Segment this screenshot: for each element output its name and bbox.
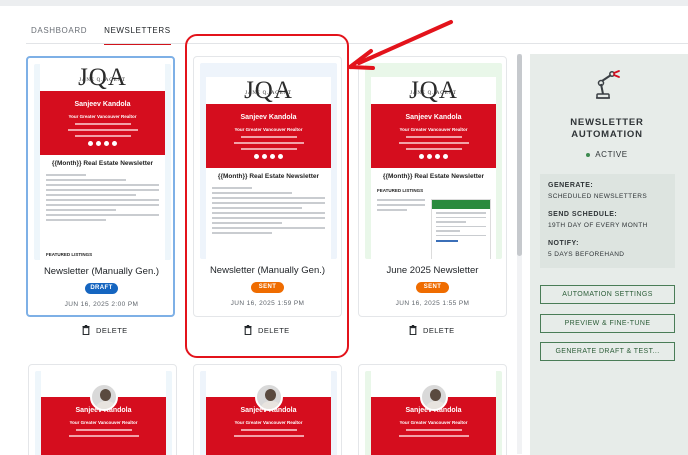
preview-newsletter-title: {{Month}} Real Estate Newsletter (51, 160, 154, 167)
automation-settings-button[interactable]: AUTOMATION SETTINGS (540, 285, 675, 304)
newsletter-card[interactable]: Sanjeev Kandola Your Greater Vancouver R… (193, 364, 342, 455)
delete-label: DELETE (96, 325, 128, 335)
scrollbar-thumb[interactable] (517, 54, 522, 256)
generate-value: SCHEDULED NEWSLETTERS (548, 193, 648, 200)
preview-fine-tune-button[interactable]: PREVIEW & FINE-TUNE (540, 314, 675, 333)
preview-featured-label: FEATURED LISTINGS (377, 188, 424, 193)
top-bar (0, 0, 688, 6)
preview-body-text (46, 174, 159, 224)
newsletter-thumbnail[interactable]: Sanjeev Kandola Your Greater Vancouver R… (200, 371, 337, 455)
notify-value: 5 DAYS BEFOREHAND (548, 251, 625, 258)
agent-avatar (90, 383, 118, 411)
newsletter-thumbnail[interactable]: JQA JANE Q. AGENT Sanjeev Kandola Your Gr… (34, 64, 171, 260)
newsletter-preview: JQA JANE Q. AGENT Sanjeev Kandola Your Gr… (371, 77, 496, 259)
preview-header: Sanjeev Kandola Your Greater Vancouver R… (371, 104, 496, 168)
preview-agent-name: Sanjeev Kandola (405, 114, 462, 121)
newsletter-thumbnail[interactable]: JQA JANE Q. AGENT Sanjeev Kandola Your Gr… (365, 63, 502, 259)
preview-listing (431, 199, 491, 259)
newsletter-title: June 2025 Newsletter (386, 265, 479, 276)
schedule-label: SEND SCHEDULE: (548, 211, 618, 218)
trash-icon (82, 325, 90, 335)
newsletter-card[interactable]: JQA JANE Q. AGENT Sanjeev Kandola Your Gr… (358, 56, 507, 317)
newsletter-preview: Sanjeev Kandola Your Greater Vancouver R… (41, 371, 166, 455)
status-badge: DRAFT (85, 283, 118, 294)
preview-tagline: Your Greater Vancouver Realtor (399, 420, 468, 425)
preview-agent-name: Sanjeev Kandola (74, 101, 131, 108)
newsletter-title: Newsletter (Manually Gen.) (43, 266, 160, 277)
preview-tagline: Your Greater Vancouver Realtor (399, 127, 468, 132)
annotation-highlight (185, 34, 349, 358)
status-badge: SENT (416, 282, 449, 293)
newsletter-card[interactable]: Sanjeev Kandola Your Greater Vancouver R… (28, 364, 177, 455)
automation-status: ACTIVE (530, 150, 684, 159)
preview-body-text (377, 199, 425, 214)
preview-tagline: Your Greater Vancouver Realtor (234, 420, 303, 425)
preview-newsletter-title: {{Month}} Real Estate Newsletter (382, 173, 485, 180)
newsletter-card[interactable]: Sanjeev Kandola Your Greater Vancouver R… (358, 364, 507, 455)
agent-logo: JQA JANE Q. AGENT (78, 64, 127, 91)
newsletter-date: JUN 16, 2025 2:00 PM (64, 301, 139, 308)
annotation-arrow-icon (348, 20, 453, 70)
robot-arm-icon (596, 70, 620, 99)
newsletter-preview: JQA JANE Q. AGENT Sanjeev Kandola Your Gr… (40, 64, 165, 260)
automation-title: NEWSLETTER AUTOMATION (570, 117, 644, 140)
preview-tagline: Your Greater Vancouver Realtor (69, 420, 138, 425)
agent-avatar (255, 383, 283, 411)
notify-label: NOTIFY: (548, 240, 579, 247)
tab-newsletters[interactable]: NEWSLETTERS (104, 24, 171, 45)
newsletter-thumbnail[interactable]: Sanjeev Kandola Your Greater Vancouver R… (35, 371, 172, 455)
tab-dashboard[interactable]: DASHBOARD (31, 24, 87, 45)
automation-details: GENERATE: SCHEDULED NEWSLETTERS SEND SCH… (540, 174, 675, 268)
generate-draft-test-button[interactable]: GENERATE DRAFT & TEST... (540, 342, 675, 361)
schedule-value: 19TH DAY OF EVERY MONTH (548, 222, 648, 229)
trash-icon (409, 325, 417, 335)
agent-avatar (420, 383, 448, 411)
newsletter-thumbnail[interactable]: Sanjeev Kandola Your Greater Vancouver R… (365, 371, 502, 455)
preview-featured-label: FEATURED LISTINGS (46, 252, 93, 257)
preview-tagline: Your Greater Vancouver Realtor (68, 114, 137, 119)
newsletter-preview: Sanjeev Kandola Your Greater Vancouver R… (206, 371, 331, 455)
delete-label: DELETE (423, 325, 455, 335)
delete-button[interactable]: DELETE (82, 324, 128, 336)
preview-header: Sanjeev Kandola Your Greater Vancouver R… (40, 91, 165, 155)
newsletter-preview: Sanjeev Kandola Your Greater Vancouver R… (371, 371, 496, 455)
newsletter-card[interactable]: JQA JANE Q. AGENT Sanjeev Kandola Your Gr… (26, 56, 175, 317)
generate-label: GENERATE: (548, 182, 594, 189)
delete-button[interactable]: DELETE (409, 324, 455, 336)
agent-logo: JQA JANE Q. AGENT (409, 77, 458, 104)
status-dot-icon (586, 152, 591, 157)
newsletter-date: JUN 16, 2025 1:55 PM (395, 300, 470, 307)
tab-bar: DASHBOARD NEWSLETTERS (31, 24, 171, 45)
